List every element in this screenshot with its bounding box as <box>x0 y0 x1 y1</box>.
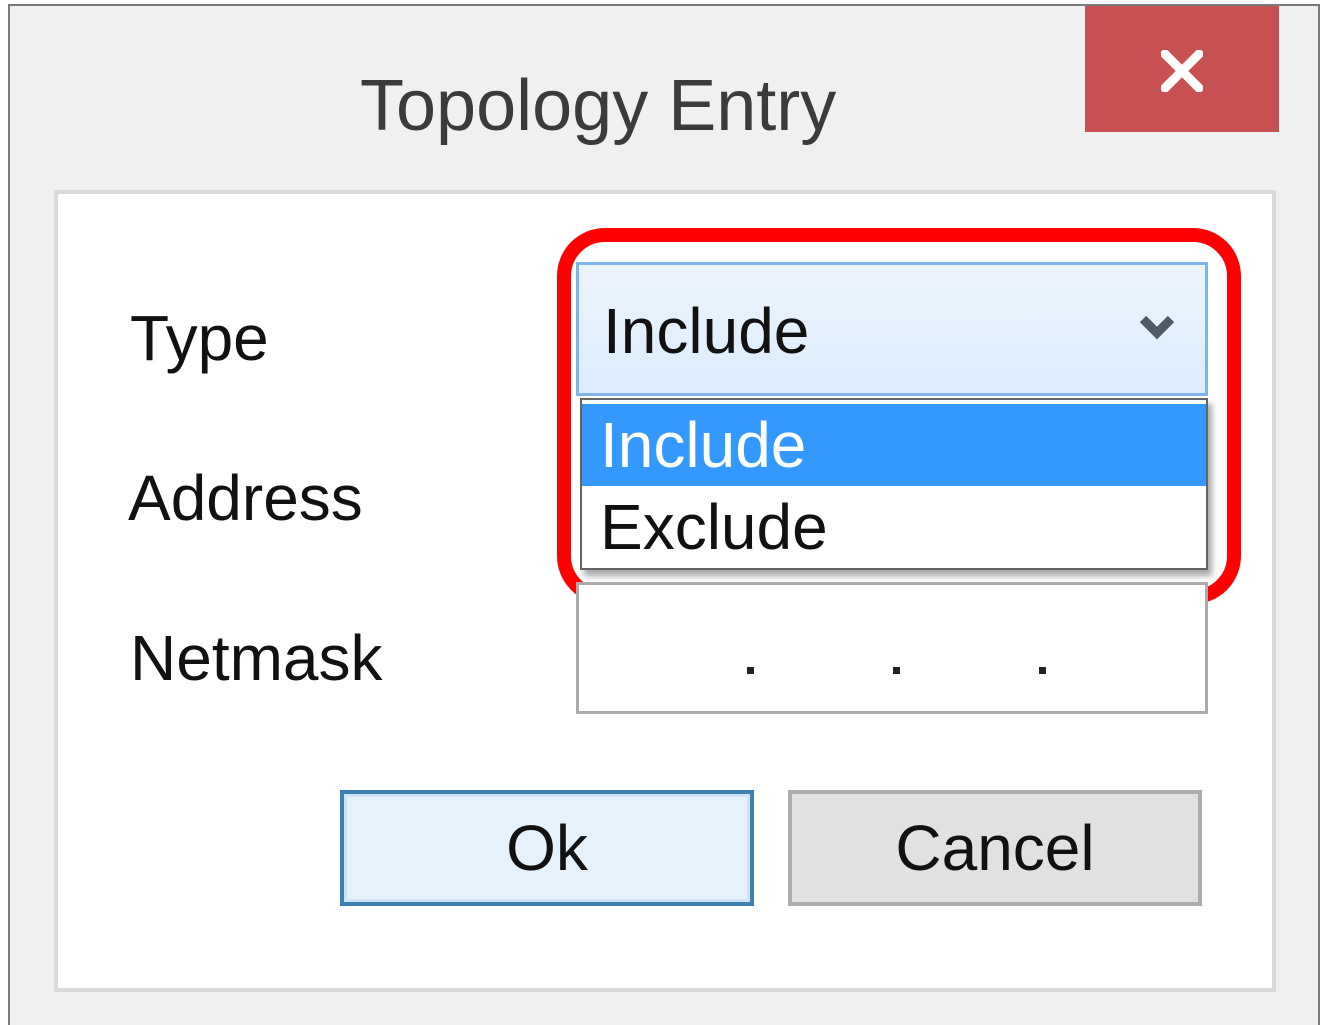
dropdown-option-include[interactable]: Include <box>582 404 1206 486</box>
ip-separator-dot <box>747 667 754 674</box>
close-icon <box>1161 50 1203 92</box>
type-select-value: Include <box>603 295 810 367</box>
close-button[interactable] <box>1085 6 1279 132</box>
dialog-title: Topology Entry <box>360 66 837 146</box>
ok-button[interactable]: Ok <box>340 790 754 906</box>
chevron-down-icon <box>1139 315 1175 340</box>
address-label: Address <box>128 462 363 534</box>
dropdown-option-exclude[interactable]: Exclude <box>582 486 1206 568</box>
netmask-input[interactable] <box>576 582 1208 714</box>
topology-entry-dialog: Topology Entry Type Address Netmask Incl… <box>8 4 1320 1025</box>
cancel-button[interactable]: Cancel <box>788 790 1202 906</box>
netmask-label: Netmask <box>130 622 383 694</box>
type-select[interactable]: Include <box>576 262 1208 396</box>
type-label: Type <box>130 302 269 374</box>
type-dropdown-list: Include Exclude <box>580 398 1208 570</box>
ip-separator-dot <box>893 667 900 674</box>
ip-separator-dot <box>1039 667 1046 674</box>
